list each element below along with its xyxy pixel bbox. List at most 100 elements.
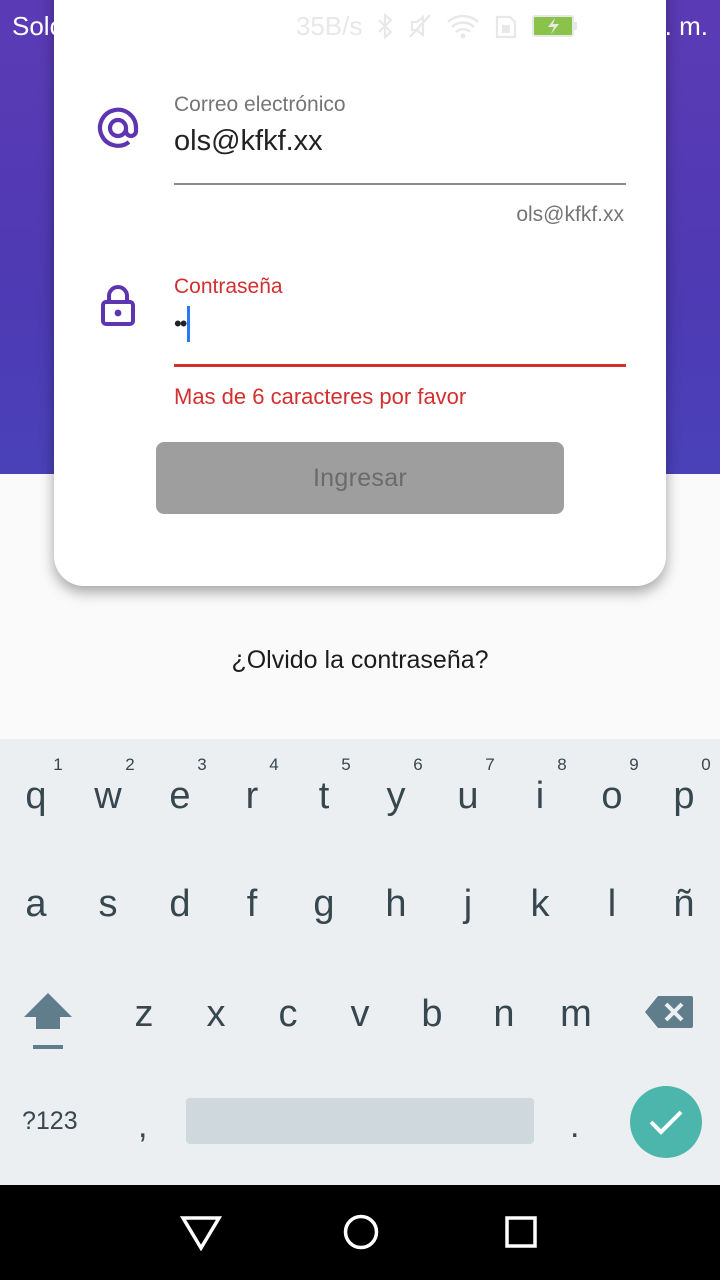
email-helper: ols@kfkf.xx	[516, 203, 624, 226]
key-hint: 8	[557, 755, 567, 774]
key-label: ñ	[673, 883, 695, 925]
key-l[interactable]: l	[576, 885, 648, 923]
key-v[interactable]: v	[324, 995, 396, 1033]
key-k[interactable]: k	[504, 885, 576, 923]
key-label: c	[278, 993, 298, 1035]
key-hint: 2	[125, 755, 135, 774]
key-t[interactable]: 5t	[288, 755, 360, 817]
moon-icon: ☾	[213, 13, 233, 38]
key-label: k	[530, 883, 550, 925]
key-o[interactable]: 9o	[576, 755, 648, 817]
key-i[interactable]: 8i	[504, 755, 576, 817]
key-enye[interactable]: ñ	[648, 885, 720, 923]
key-label: v	[350, 993, 370, 1035]
key-label: s	[98, 883, 118, 925]
key-hint: 4	[269, 755, 279, 774]
key-label: m	[560, 993, 592, 1035]
key-c[interactable]: c	[252, 995, 324, 1033]
login-button[interactable]: Ingresar	[156, 442, 564, 514]
check-icon	[649, 1110, 683, 1135]
shift-icon[interactable]	[22, 991, 74, 1053]
key-a[interactable]: a	[0, 885, 72, 923]
key-hint: 5	[341, 755, 351, 774]
enter-key[interactable]	[630, 1086, 702, 1158]
backspace-icon[interactable]	[644, 995, 694, 1029]
key-r[interactable]: 4r	[216, 755, 288, 817]
login-card: Correo electrónico ols@kfkf.xx ols@kfkf.…	[54, 0, 666, 586]
key-label: d	[169, 883, 191, 925]
key-label: g	[313, 883, 335, 925]
bluetooth-icon	[378, 13, 394, 39]
wifi-icon	[447, 14, 480, 39]
key-s[interactable]: s	[72, 885, 144, 923]
text-cursor	[187, 306, 191, 342]
key-label: z	[134, 993, 154, 1035]
key-u[interactable]: 7u	[432, 755, 504, 817]
key-h[interactable]: h	[360, 885, 432, 923]
comma-key[interactable]: ,	[138, 1107, 147, 1146]
status-bar: Solo emergencia ☾ ••• 35B/s 6:35 p. m.	[0, 0, 720, 52]
back-icon[interactable]	[180, 1215, 222, 1251]
key-label: h	[385, 883, 407, 925]
keyboard: 1q 2w 3e 4r 5t 6y 7u 8i 9o 0p a s d f g …	[0, 739, 720, 1185]
recents-icon[interactable]	[505, 1216, 537, 1248]
email-label: Correo electrónico	[174, 93, 346, 116]
password-field[interactable]: ••	[174, 304, 191, 344]
key-b[interactable]: b	[396, 995, 468, 1033]
email-field[interactable]: ols@kfkf.xx	[174, 125, 323, 158]
key-label: b	[421, 993, 443, 1035]
key-hint: 0	[701, 755, 711, 774]
key-hint: 7	[485, 755, 495, 774]
key-label: p	[673, 775, 695, 817]
key-label: n	[493, 993, 515, 1035]
key-hint: 9	[629, 755, 639, 774]
clock: 6:35 p. m.	[592, 10, 708, 41]
key-j[interactable]: j	[432, 885, 504, 923]
key-label: l	[607, 883, 617, 925]
key-y[interactable]: 6y	[360, 755, 432, 815]
key-label: x	[206, 993, 226, 1035]
key-m[interactable]: m	[540, 995, 612, 1033]
email-underline	[174, 183, 626, 185]
navigation-bar	[0, 1185, 720, 1280]
key-n[interactable]: n	[468, 995, 540, 1033]
mute-icon	[409, 14, 432, 38]
spacebar[interactable]	[186, 1098, 534, 1144]
key-z[interactable]: z	[108, 995, 180, 1033]
key-g[interactable]: g	[288, 885, 360, 923]
key-hint: 3	[197, 755, 207, 774]
sim-icon	[496, 15, 517, 39]
key-label: j	[463, 883, 473, 925]
net-speed: 35B/s	[295, 10, 363, 41]
key-label: q	[25, 775, 47, 817]
key-label: o	[601, 775, 623, 817]
key-p[interactable]: 0p	[648, 755, 720, 817]
key-e[interactable]: 3e	[144, 755, 216, 817]
key-label: u	[457, 775, 479, 817]
symbols-key[interactable]: ?123	[22, 1107, 78, 1136]
key-label: t	[318, 775, 330, 817]
key-hint: 1	[53, 755, 63, 774]
key-q[interactable]: 1q	[0, 755, 72, 817]
password-underline	[174, 364, 626, 367]
key-label: e	[169, 775, 191, 817]
battery-icon	[532, 15, 578, 37]
key-label: f	[246, 883, 258, 925]
lock-icon	[101, 285, 135, 326]
home-icon[interactable]	[343, 1214, 379, 1250]
period-key[interactable]: .	[570, 1107, 579, 1146]
key-d[interactable]: d	[144, 885, 216, 923]
key-x[interactable]: x	[180, 995, 252, 1033]
key-label: a	[25, 883, 47, 925]
key-w[interactable]: 2w	[72, 755, 144, 817]
key-label: w	[94, 775, 122, 817]
password-label: Contraseña	[174, 275, 283, 298]
password-value: ••	[174, 311, 187, 336]
at-icon	[97, 107, 139, 148]
key-label: r	[245, 775, 259, 817]
key-label: i	[535, 775, 545, 817]
password-error: Mas de 6 caracteres por favor	[174, 384, 467, 409]
carrier-text: Solo emergencia	[12, 10, 208, 41]
key-f[interactable]: f	[216, 885, 288, 923]
forgot-password-link[interactable]: ¿Olvido la contraseña?	[0, 646, 720, 675]
